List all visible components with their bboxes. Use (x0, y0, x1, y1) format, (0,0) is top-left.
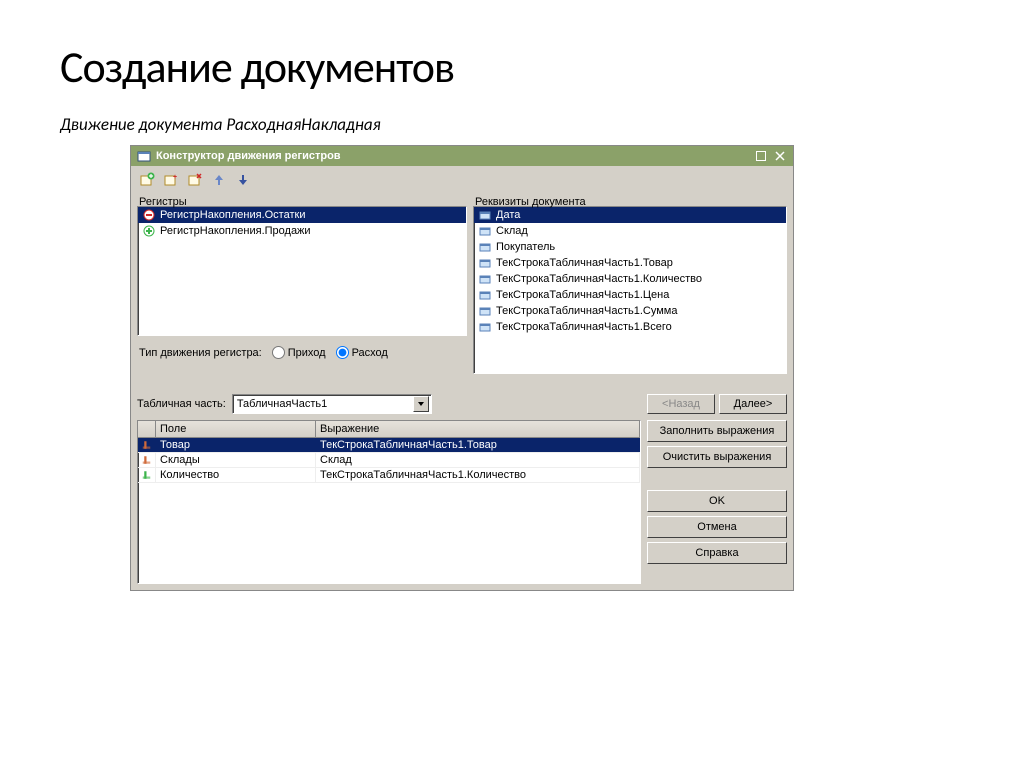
row-expr-cell: ТекСтрокаТабличнаяЧасть1.Количество (316, 468, 640, 482)
attribute-icon (478, 272, 492, 286)
attribute-icon (478, 208, 492, 222)
register-item[interactable]: РегистрНакопления.Продажи (138, 223, 466, 239)
row-field-cell: Количество (156, 468, 316, 482)
radio-income-label: Приход (288, 347, 326, 359)
maximize-button[interactable] (754, 149, 768, 163)
doc-attr-item[interactable]: Покупатель (474, 239, 786, 255)
doc-attr-item[interactable]: ТекСтрокаТабличнаяЧасть1.Товар (474, 255, 786, 271)
grid-header-field: Поле (156, 421, 316, 437)
registers-list[interactable]: РегистрНакопления.Остатки РегистрНакопле… (137, 206, 467, 336)
row-expr-cell: Склад (316, 453, 640, 467)
doc-attr-label: Склад (496, 225, 528, 237)
app-icon (137, 149, 151, 163)
move-down-button[interactable] (233, 170, 253, 190)
grid-header-icon (138, 421, 156, 437)
doc-attr-item[interactable]: ТекСтрокаТабличнаяЧасть1.Сумма (474, 303, 786, 319)
doc-attr-item[interactable]: Склад (474, 223, 786, 239)
minus-icon (142, 208, 156, 222)
tabular-part-label: Табличная часть: (137, 398, 226, 410)
tabular-part-combo[interactable]: ТабличнаяЧасть1 (232, 394, 432, 414)
doc-attr-item[interactable]: ТекСтрокаТабличнаяЧасть1.Цена (474, 287, 786, 303)
close-button[interactable] (773, 149, 787, 163)
doc-attrs-label: Реквизиты документа (475, 196, 789, 208)
attribute-icon (478, 320, 492, 334)
table-row[interactable]: КоличествоТекСтрокаТабличнаяЧасть1.Колич… (138, 468, 640, 483)
attribute-icon (478, 256, 492, 270)
fill-expressions-button[interactable]: Заполнить выражения (647, 420, 787, 442)
dialog-window: Конструктор движения регистров + Регистр… (130, 145, 794, 591)
radio-income[interactable]: Приход (272, 346, 326, 359)
register-item[interactable]: РегистрНакопления.Остатки (138, 207, 466, 223)
add-register-button[interactable] (137, 170, 157, 190)
doc-attr-item[interactable]: ТекСтрокаТабличнаяЧасть1.Всего (474, 319, 786, 335)
doc-attr-label: ТекСтрокаТабличнаяЧасть1.Количество (496, 273, 702, 285)
row-expr-cell: ТекСтрокаТабличнаяЧасть1.Товар (316, 438, 640, 452)
doc-attr-label: ТекСтрокаТабличнаяЧасть1.Всего (496, 321, 672, 333)
row-icon-cell (138, 453, 156, 467)
registers-label: Регистры (139, 196, 469, 208)
ok-button[interactable]: OK (647, 490, 787, 512)
grid-header-expr: Выражение (316, 421, 640, 437)
grid-header: Поле Выражение (138, 421, 640, 438)
radio-expense-label: Расход (352, 347, 388, 359)
attribute-icon (478, 240, 492, 254)
doc-attrs-list[interactable]: Дата Склад Покупатель ТекСтрокаТабличнаяЧас… (473, 206, 787, 374)
add-x-button[interactable]: + (161, 170, 181, 190)
cancel-button[interactable]: Отмена (647, 516, 787, 538)
next-button[interactable]: Далее> (719, 394, 787, 414)
toolbar: + (131, 166, 793, 194)
svg-text:+: + (173, 174, 177, 181)
move-type-label: Тип движения регистра: (139, 347, 262, 359)
plus-icon (142, 224, 156, 238)
button-column: Заполнить выражения Очистить выражения O… (647, 420, 787, 584)
slide-title: Создание документов (60, 40, 964, 94)
table-row[interactable]: СкладыСклад (138, 453, 640, 468)
register-item-label: РегистрНакопления.Остатки (160, 209, 305, 221)
chevron-down-icon[interactable] (413, 396, 429, 412)
attribute-icon (478, 224, 492, 238)
doc-attr-label: ТекСтрокаТабличнаяЧасть1.Цена (496, 289, 669, 301)
register-item-label: РегистрНакопления.Продажи (160, 225, 311, 237)
slide-subtitle: Движение документа РасходнаяНакладная (60, 114, 964, 135)
attribute-icon (478, 304, 492, 318)
delete-x-button[interactable] (185, 170, 205, 190)
row-field-cell: Склады (156, 453, 316, 467)
row-icon-cell (138, 468, 156, 482)
radio-expense[interactable]: Расход (336, 346, 388, 359)
window-title: Конструктор движения регистров (156, 150, 749, 162)
row-icon-cell (138, 438, 156, 452)
doc-attr-item[interactable]: ТекСтрокаТабличнаяЧасть1.Количество (474, 271, 786, 287)
row-field-cell: Товар (156, 438, 316, 452)
doc-attr-label: ТекСтрокаТабличнаяЧасть1.Сумма (496, 305, 677, 317)
doc-attr-label: ТекСтрокаТабличнаяЧасть1.Товар (496, 257, 673, 269)
doc-attr-item[interactable]: Дата (474, 207, 786, 223)
move-type-row: Тип движения регистра: Приход Расход (137, 342, 467, 363)
titlebar: Конструктор движения регистров (131, 146, 793, 166)
help-button[interactable]: Справка (647, 542, 787, 564)
back-button[interactable]: <Назад (647, 394, 715, 414)
expression-grid[interactable]: Поле Выражение ТоварТекСтрокаТабличнаяЧа… (137, 420, 641, 584)
table-row[interactable]: ТоварТекСтрокаТабличнаяЧасть1.Товар (138, 438, 640, 453)
move-up-button[interactable] (209, 170, 229, 190)
doc-attr-label: Покупатель (496, 241, 555, 253)
doc-attr-label: Дата (496, 209, 520, 221)
clear-expressions-button[interactable]: Очистить выражения (647, 446, 787, 468)
attribute-icon (478, 288, 492, 302)
tabular-part-value: ТабличнаяЧасть1 (237, 398, 413, 410)
